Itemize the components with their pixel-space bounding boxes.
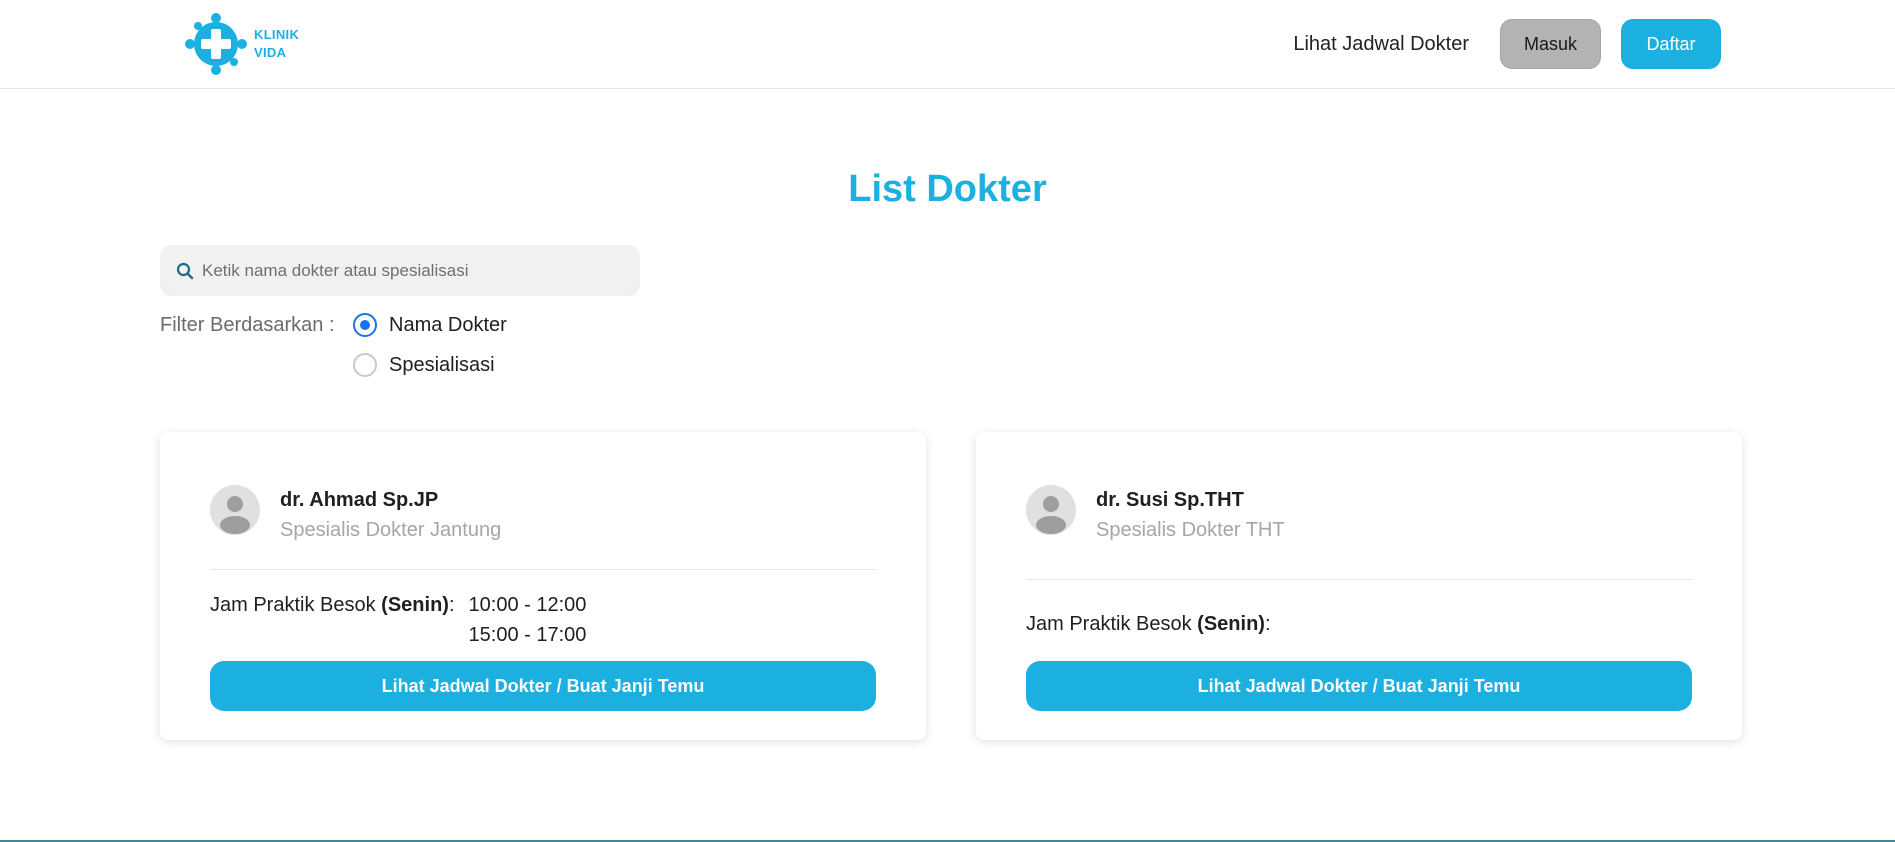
page-title: List Dokter xyxy=(848,168,1047,210)
doctor-card: dr. Ahmad Sp.JP Spesialis Dokter Jantung… xyxy=(160,432,926,740)
doctor-specialty: Spesialis Dokter THT xyxy=(1096,519,1285,541)
doctor-specialty: Spesialis Dokter Jantung xyxy=(280,519,502,541)
practice-schedule: Jam Praktik Besok (Senin): 10:00 - 12:00… xyxy=(210,590,586,650)
schedule-day: (Senin) xyxy=(1197,613,1265,635)
schedule-time: 10:00 - 12:00 xyxy=(468,594,587,616)
practice-schedule: Jam Praktik Besok (Senin): xyxy=(1026,609,1271,639)
user-avatar-icon xyxy=(210,485,260,535)
user-avatar-icon xyxy=(1026,485,1076,535)
book-appointment-button[interactable]: Lihat Jadwal Dokter / Buat Janji Temu xyxy=(210,661,876,711)
search-box[interactable] xyxy=(160,245,640,296)
schedule-prefix: Jam Praktik Besok xyxy=(1026,613,1198,635)
doctor-name: dr. Susi Sp.THT xyxy=(1096,489,1244,511)
filter-option-label: Spesialisasi xyxy=(389,353,495,376)
schedule-label: Jam Praktik Besok (Senin): xyxy=(1026,609,1271,639)
medical-cross-logo-icon xyxy=(185,13,247,75)
schedule-times: 10:00 - 12:00 15:00 - 17:00 xyxy=(469,590,587,650)
schedule-suffix: : xyxy=(1264,613,1271,635)
schedule-label: Jam Praktik Besok (Senin): xyxy=(210,590,455,650)
top-navbar: KLINIK VIDA Lihat Jadwal Dokter Masuk Da… xyxy=(0,0,1895,89)
doctor-name: dr. Ahmad Sp.JP xyxy=(280,489,439,511)
nav-actions: Lihat Jadwal Dokter Masuk Daftar xyxy=(1293,19,1721,69)
radio-specialization[interactable] xyxy=(353,353,377,377)
search-input[interactable] xyxy=(202,260,622,281)
card-divider xyxy=(1026,579,1692,580)
clinic-logo[interactable]: KLINIK VIDA xyxy=(184,12,299,76)
book-appointment-button[interactable]: Lihat Jadwal Dokter / Buat Janji Temu xyxy=(1026,661,1692,711)
search-icon xyxy=(176,262,194,279)
view-doctor-schedule-link[interactable]: Lihat Jadwal Dokter xyxy=(1293,33,1469,56)
login-button[interactable]: Masuk xyxy=(1500,19,1601,69)
schedule-prefix: Jam Praktik Besok xyxy=(210,594,382,616)
filter-label: Filter Berdasarkan : xyxy=(160,314,335,336)
filter-option-doctor-name[interactable]: Nama Dokter xyxy=(353,313,507,337)
logo-text: KLINIK VIDA xyxy=(254,26,299,62)
logo-text-line-2: VIDA xyxy=(254,45,287,60)
doctor-card: dr. Susi Sp.THT Spesialis Dokter THT Jam… xyxy=(976,432,1742,740)
register-button[interactable]: Daftar xyxy=(1621,19,1721,69)
schedule-suffix: : xyxy=(448,594,455,616)
filter-option-specialization[interactable]: Spesialisasi xyxy=(353,353,495,377)
schedule-time: 15:00 - 17:00 xyxy=(468,624,587,646)
schedule-day: (Senin) xyxy=(381,594,449,616)
card-divider xyxy=(210,569,876,570)
radio-doctor-name[interactable] xyxy=(353,313,377,337)
logo-text-line-1: KLINIK xyxy=(254,27,300,42)
filter-option-label: Nama Dokter xyxy=(389,313,507,336)
